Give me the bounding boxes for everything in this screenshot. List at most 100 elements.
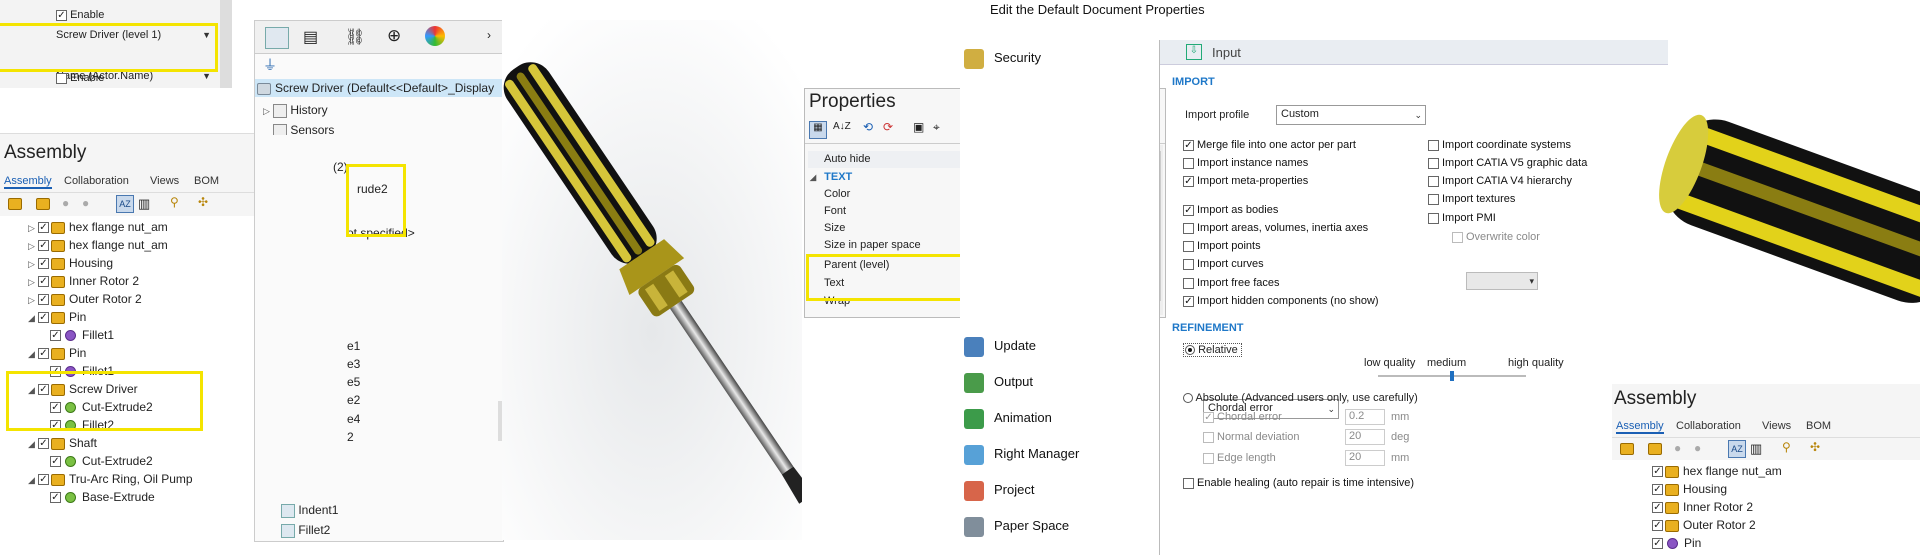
expand-icon[interactable]: ▷ <box>28 255 38 273</box>
columns-icon[interactable]: ▥ <box>138 196 150 212</box>
assembly-part-row[interactable]: ▷ ✓ hex flange nut_am <box>28 236 168 254</box>
option-checkbox[interactable]: ✓ <box>1183 295 1194 307</box>
expand-icon[interactable]: ▷ <box>28 237 38 255</box>
param-value-field[interactable]: 20 <box>1345 450 1385 466</box>
tab-bom[interactable]: BOM <box>194 175 219 187</box>
visibility-checkbox[interactable]: ✓ <box>38 312 49 324</box>
assembly-feature-row[interactable]: ✓ Base-Extrude <box>50 488 155 506</box>
visibility-checkbox[interactable]: ✓ <box>50 456 61 468</box>
absolute-option[interactable]: Absolute (Advanced users only, use caref… <box>1183 392 1418 404</box>
visibility-checkbox[interactable]: ✓ <box>38 222 49 234</box>
option-checkbox[interactable] <box>1428 193 1439 205</box>
expand-icon[interactable]: ▷ <box>28 291 38 309</box>
import-option[interactable]: Import areas, volumes, inertia axes <box>1183 222 1368 234</box>
assembly-part-row[interactable]: ▷ ✓ Housing <box>28 254 113 272</box>
tree-item-partial[interactable]: e5 <box>347 373 360 391</box>
assembly-part-row[interactable]: ◢ ✓ Tru-Arc Ring, Oil Pump <box>28 470 193 488</box>
collapse-icon[interactable]: ◢ <box>28 471 38 489</box>
visibility-checkbox[interactable]: ✓ <box>38 438 49 450</box>
tab-views-right[interactable]: Views <box>1762 420 1791 432</box>
nav-item-animation[interactable]: Animation <box>964 405 1052 431</box>
tree-item-partial[interactable]: e3 <box>347 355 360 373</box>
add-part-icon[interactable] <box>1648 443 1662 455</box>
visibility-checkbox[interactable]: ✓ <box>50 330 61 342</box>
option-checkbox[interactable] <box>1183 258 1194 270</box>
collapse-icon[interactable]: ◢ <box>28 435 38 453</box>
option-checkbox[interactable] <box>1183 222 1194 234</box>
import-option[interactable]: Import coordinate systems <box>1428 139 1571 151</box>
import-option[interactable]: Import textures <box>1428 193 1515 205</box>
visibility-checkbox[interactable]: ✓ <box>1652 484 1663 496</box>
param-value-field[interactable]: 0.2 <box>1345 409 1385 425</box>
tree-root-row[interactable]: Screw Driver (Default<<Default>_Display <box>255 79 503 97</box>
display-manager-icon[interactable] <box>425 26 445 46</box>
collapse-icon[interactable]: ◢ <box>28 345 38 363</box>
sort-az-icon[interactable]: AZ <box>1728 440 1746 458</box>
visibility-checkbox[interactable]: ✓ <box>38 348 49 360</box>
sort-az-icon[interactable]: A↓Z <box>833 121 851 132</box>
tree-item-partial[interactable]: e4 <box>347 410 360 428</box>
import-option[interactable]: Import CATIA V4 hierarchy <box>1428 175 1572 187</box>
tree-item-partial[interactable]: 2 <box>347 428 354 446</box>
chevron-right-icon[interactable]: › <box>487 28 491 42</box>
enable-healing-checkbox[interactable] <box>1183 477 1194 489</box>
sort-az-icon[interactable]: AZ <box>116 195 134 213</box>
quality-slider-track[interactable] <box>1378 371 1526 381</box>
collapse-icon[interactable]: ◢ <box>28 309 38 327</box>
tab-assembly-right[interactable]: Assembly <box>1616 420 1664 434</box>
option-checkbox[interactable]: ✓ <box>1183 175 1194 187</box>
quality-slider-thumb[interactable] <box>1450 371 1454 381</box>
import-option[interactable]: Import curves <box>1183 258 1264 270</box>
import-option[interactable]: ✓ Import hidden components (no show) <box>1183 295 1379 307</box>
option-checkbox[interactable] <box>1183 277 1194 289</box>
overwrite-color-option[interactable]: Overwrite color <box>1452 231 1540 243</box>
pick-icon[interactable]: ⌖ <box>933 120 940 135</box>
assembly-feature-row[interactable]: ✓ Cut-Extrude2 <box>50 452 153 470</box>
filter-icon[interactable]: ⚲ <box>1782 440 1791 454</box>
import-profile-dropdown[interactable]: Custom ⌄ <box>1276 105 1426 125</box>
visibility-checkbox[interactable]: ✓ <box>38 276 49 288</box>
option-checkbox[interactable] <box>1428 175 1439 187</box>
categorized-icon[interactable]: ▦ <box>809 121 827 139</box>
relative-radio[interactable] <box>1185 345 1195 356</box>
visibility-checkbox[interactable]: ✓ <box>38 294 49 306</box>
tree-item-partial[interactable]: e1 <box>347 337 360 355</box>
option-checkbox[interactable]: ✓ <box>1183 139 1194 151</box>
enable-checkbox[interactable]: ✓ <box>56 9 67 21</box>
tab-collaboration-right[interactable]: Collaboration <box>1676 420 1741 432</box>
visibility-checkbox[interactable]: ✓ <box>1652 538 1663 550</box>
columns-icon[interactable]: ▥ <box>1750 441 1762 457</box>
text-section-header[interactable]: ◢ TEXT <box>810 171 852 183</box>
assembly-part-row[interactable]: ◢ ✓ Shaft <box>28 434 97 452</box>
visibility-checkbox[interactable]: ✓ <box>1652 466 1663 478</box>
add-part-icon[interactable] <box>36 198 50 210</box>
import-option[interactable]: ✓ Import meta-properties <box>1183 175 1308 187</box>
visibility-checkbox[interactable]: ✓ <box>38 240 49 252</box>
visibility-checkbox[interactable]: ✓ <box>38 258 49 270</box>
assembly-part-row[interactable]: ◢ ✓ Pin <box>28 308 86 326</box>
tab-assembly[interactable]: Assembly <box>4 175 52 189</box>
overwrite-color-checkbox[interactable] <box>1452 231 1463 243</box>
copy-icon[interactable]: ● <box>1694 441 1701 455</box>
scrollbar[interactable] <box>220 0 232 88</box>
move-icon[interactable]: ● <box>1674 441 1681 455</box>
assembly-feature-row[interactable]: ✓ Fillet1 <box>50 326 114 344</box>
visibility-checkbox[interactable]: ✓ <box>1652 502 1663 514</box>
option-checkbox[interactable] <box>1428 139 1439 151</box>
property-manager-icon[interactable]: ▤ <box>303 27 318 47</box>
nav-item-update[interactable]: Update <box>964 333 1036 359</box>
explode-icon[interactable]: ✣ <box>1810 440 1820 454</box>
filter-icon[interactable]: ⚲ <box>170 195 179 209</box>
tree-item-sensors[interactable]: Sensors <box>263 121 334 135</box>
param-checkbox[interactable] <box>1203 452 1214 464</box>
explode-icon[interactable]: ✣ <box>198 195 208 209</box>
absolute-param-row[interactable]: ✓ Chordal error 0.2 mm <box>1203 409 1409 425</box>
assembly-part-row[interactable]: ◢ ✓ Pin <box>28 344 86 362</box>
refresh-icon[interactable]: ⟳ <box>883 120 893 134</box>
tab-views[interactable]: Views <box>150 175 179 187</box>
import-option[interactable]: Import CATIA V5 graphic data <box>1428 157 1587 169</box>
assembly-icon[interactable] <box>8 198 22 210</box>
assembly-part-row[interactable]: ✓ Housing <box>1652 480 1727 498</box>
import-option[interactable]: Import instance names <box>1183 157 1308 169</box>
import-option[interactable]: ✓ Merge file into one actor per part <box>1183 139 1356 151</box>
